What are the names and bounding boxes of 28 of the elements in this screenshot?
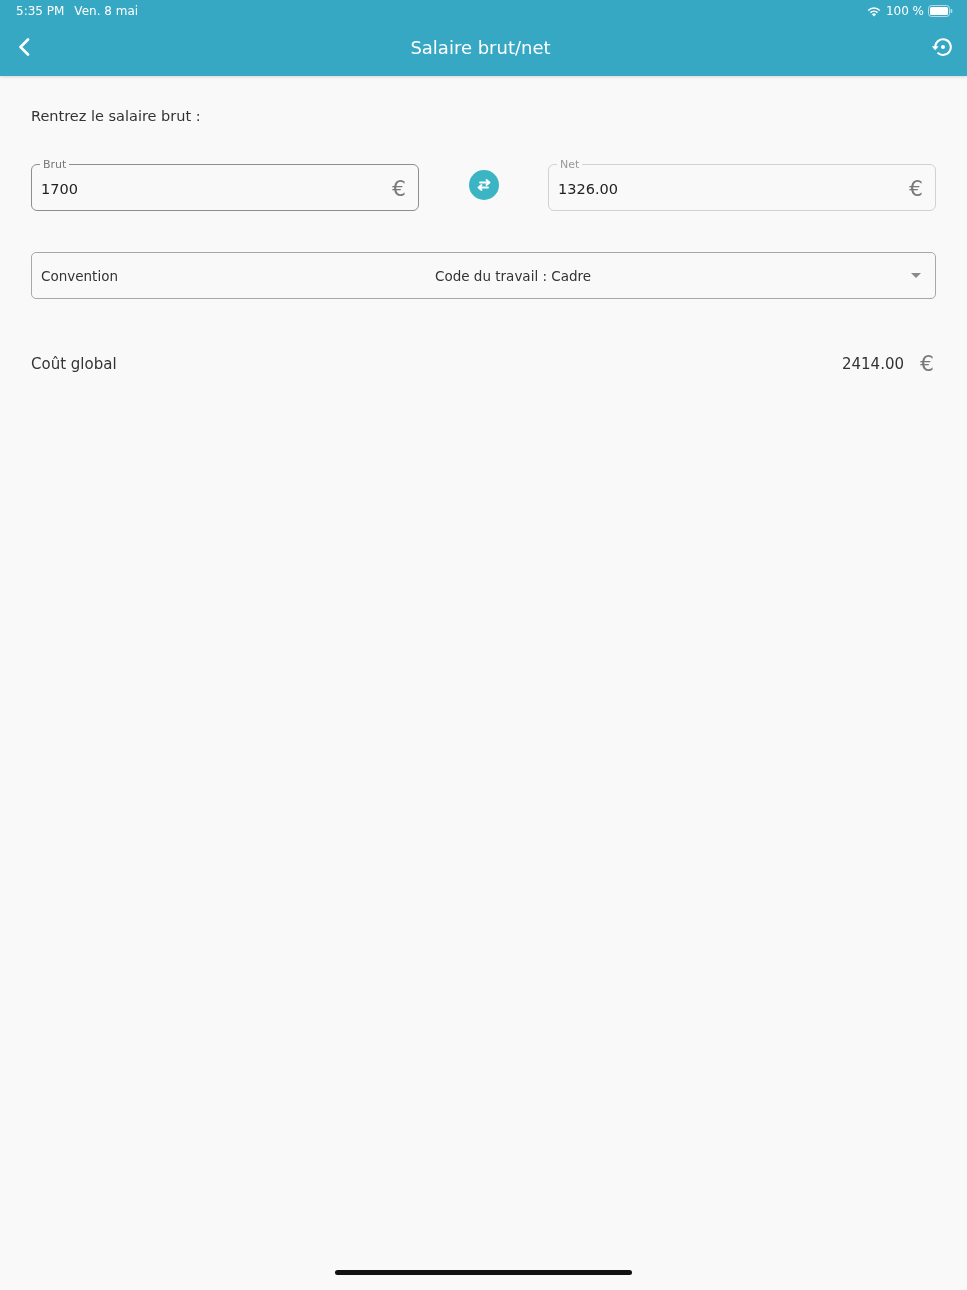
page-title: Salaire brut/net	[410, 36, 551, 58]
circular-arrow-icon	[931, 37, 953, 57]
amount-field[interactable]: Net 1326.00 €	[548, 158, 936, 211]
swap-arrows-icon	[475, 178, 492, 191]
amount-field[interactable]: Brut 1700 €	[31, 158, 419, 211]
battery-icon	[928, 5, 953, 17]
wifi-icon	[866, 5, 881, 17]
select-label: Convention	[41, 267, 118, 284]
convention-select[interactable]: Convention Code du travail : Cadre	[31, 252, 936, 299]
select-value: Code du travail : Cadre	[435, 267, 592, 284]
field-value: 1700	[41, 180, 79, 197]
field-label: Net	[559, 158, 581, 171]
field-value: 1326.00	[558, 180, 619, 197]
status-date: Ven. 8 mai	[74, 4, 139, 18]
status-time: 5:35 PM	[16, 4, 65, 18]
currency-symbol: €	[920, 353, 934, 375]
restore-button[interactable]	[929, 35, 955, 59]
back-button[interactable]	[16, 36, 32, 58]
currency-symbol: €	[909, 177, 923, 200]
currency-symbol: €	[392, 177, 406, 200]
chevron-left-icon	[18, 38, 30, 56]
total-value: 2414.00	[841, 355, 904, 373]
instruction-text: Rentrez le salaire brut :	[31, 108, 202, 124]
battery-percentage: 100 %	[885, 4, 924, 18]
field-label: Brut	[42, 158, 68, 171]
total-label: Coût global	[31, 355, 117, 373]
caret-down-icon	[911, 273, 921, 278]
swap-button[interactable]	[468, 169, 499, 200]
